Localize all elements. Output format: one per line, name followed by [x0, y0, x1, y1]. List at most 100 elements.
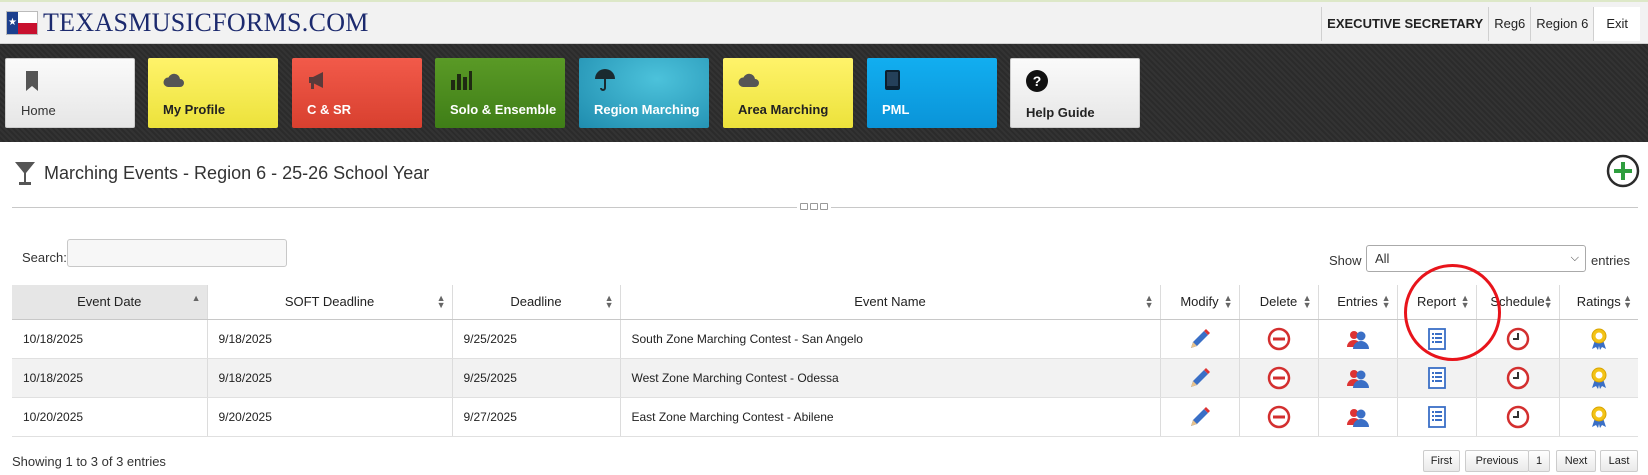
report-button[interactable] — [1396, 358, 1476, 398]
table-row: 10/18/2025 9/18/2025 9/25/2025 West Zone Ma… — [12, 358, 1638, 398]
ratings-button[interactable] — [1558, 319, 1638, 359]
show-entries-value: All — [1375, 251, 1390, 266]
panel-header: Marching Events - Region 6 - 25-26 Schoo… — [14, 158, 429, 188]
sort-icon: ▲ ▼ — [1623, 293, 1632, 310]
nav-tile-area-marching[interactable]: Area Marching — [723, 58, 853, 128]
column-header-schedule[interactable]: Schedule ▲ ▼ — [1475, 285, 1559, 320]
pagination-last[interactable]: Last — [1600, 450, 1638, 472]
table-row: 10/20/2025 9/20/2025 9/27/2025 East Zone Ma… — [12, 397, 1638, 437]
entries-button[interactable] — [1317, 319, 1397, 359]
column-header-ratings[interactable]: Ratings ▲ ▼ — [1558, 285, 1638, 320]
cell-event-date: 10/18/2025 — [12, 319, 207, 359]
nav-tile-help-guide[interactable]: ? Help Guide — [1010, 58, 1140, 128]
report-button[interactable] — [1396, 397, 1476, 437]
svg-text:?: ? — [1033, 73, 1042, 89]
show-label: Show — [1329, 253, 1362, 268]
column-header-entries[interactable]: Entries ▲ ▼ — [1317, 285, 1397, 320]
report-button[interactable] — [1396, 319, 1476, 359]
collapse-handle[interactable] — [797, 203, 831, 212]
sort-icon: ▲ ▼ — [604, 293, 614, 310]
nav-tile-region-marching[interactable]: Region Marching — [579, 58, 709, 128]
user-menu: EXECUTIVE SECRETARY Reg6 Region 6 Exit — [1321, 7, 1640, 41]
clock-icon — [1506, 366, 1530, 389]
ribbon-icon — [1587, 406, 1611, 428]
ribbon-icon — [1587, 367, 1611, 389]
ratings-button[interactable] — [1558, 358, 1638, 398]
report-icon — [1425, 405, 1449, 428]
nav-tile-home[interactable]: Home — [5, 58, 135, 128]
search-input[interactable] — [67, 239, 287, 267]
pencil-icon — [1188, 328, 1212, 348]
cell-event-name: East Zone Marching Contest - Abilene — [619, 397, 1160, 437]
sort-icon: ▲ ▼ — [436, 293, 446, 310]
search-label: Search: — [22, 250, 67, 265]
site-name: TEXASMUSICFORMS.COM — [43, 8, 369, 37]
report-icon — [1425, 366, 1449, 389]
table-info: Showing 1 to 3 of 3 entries — [12, 454, 166, 469]
delete-button[interactable] — [1238, 358, 1318, 398]
cell-event-date: 10/18/2025 — [12, 358, 207, 398]
user-role: EXECUTIVE SECRETARY — [1321, 7, 1488, 41]
delete-icon — [1267, 327, 1291, 350]
delete-button[interactable] — [1238, 397, 1318, 437]
schedule-button[interactable] — [1475, 397, 1559, 437]
nav-tile-label: My Profile — [163, 102, 226, 117]
ratings-button[interactable] — [1558, 397, 1638, 437]
nav-tile-solo-ensemble[interactable]: Solo & Ensemble — [435, 58, 565, 128]
delete-icon — [1267, 405, 1291, 428]
exit-button[interactable]: Exit — [1593, 7, 1640, 41]
modify-button[interactable] — [1159, 358, 1239, 398]
cloud-icon — [738, 73, 759, 87]
clock-icon — [1506, 405, 1530, 428]
delete-icon — [1267, 366, 1291, 389]
column-header-soft-deadline[interactable]: SOFT Deadline ▲ ▼ — [206, 285, 452, 320]
nav-tile-c-sr[interactable]: C & SR — [292, 58, 422, 128]
entries-button[interactable] — [1317, 397, 1397, 437]
texas-flag-icon: ★ — [6, 11, 38, 35]
entries-button[interactable] — [1317, 358, 1397, 398]
ribbon-icon — [1587, 328, 1611, 350]
nav-tile-my-profile[interactable]: My Profile — [148, 58, 278, 128]
megaphone-icon — [309, 72, 323, 89]
top-bar: ★ TEXASMUSICFORMS.COM EXECUTIVE SECRETAR… — [0, 0, 1648, 44]
sort-asc-icon: ▲ — [191, 293, 201, 303]
region-code[interactable]: Reg6 — [1488, 7, 1530, 41]
delete-button[interactable] — [1238, 319, 1318, 359]
flag-star: ★ — [7, 12, 18, 34]
region-name[interactable]: Region 6 — [1530, 7, 1593, 41]
column-header-event-name[interactable]: Event Name ▲ ▼ — [619, 285, 1160, 320]
schedule-button[interactable] — [1475, 319, 1559, 359]
pagination-next[interactable]: Next — [1556, 450, 1596, 472]
column-header-modify[interactable]: Modify ▲ ▼ — [1159, 285, 1239, 320]
nav-tile-label: C & SR — [307, 102, 352, 117]
bar-chart-icon — [451, 71, 472, 90]
schedule-button[interactable] — [1475, 358, 1559, 398]
add-event-button[interactable] — [1606, 154, 1640, 188]
cell-deadline: 9/27/2025 — [451, 397, 620, 437]
entries-label: entries — [1591, 253, 1631, 268]
pagination-previous[interactable]: Previous — [1465, 450, 1529, 472]
nav-tile-label: Region Marching — [594, 102, 700, 117]
cell-deadline: 9/25/2025 — [451, 358, 620, 398]
show-entries-select[interactable]: All ⌵ — [1366, 245, 1586, 272]
modify-button[interactable] — [1159, 397, 1239, 437]
modify-button[interactable] — [1159, 319, 1239, 359]
sort-icon: ▲ ▼ — [1302, 293, 1312, 310]
column-header-event-date[interactable]: Event Date ▲ — [12, 285, 207, 320]
people-icon — [1346, 369, 1370, 388]
pagination-first[interactable]: First — [1423, 450, 1460, 472]
question-icon: ? — [1026, 70, 1048, 92]
nav-tile-label: Home — [21, 103, 56, 118]
column-header-delete[interactable]: Delete ▲ ▼ — [1238, 285, 1318, 320]
sort-icon: ▲ ▼ — [1144, 293, 1154, 310]
site-logo[interactable]: ★ TEXASMUSICFORMS.COM — [6, 8, 369, 38]
cell-soft-deadline: 9/18/2025 — [206, 358, 452, 398]
nav-tile-pml[interactable]: PML — [867, 58, 997, 128]
column-header-report[interactable]: Report ▲ ▼ — [1396, 285, 1476, 320]
column-header-deadline[interactable]: Deadline ▲ ▼ — [451, 285, 620, 320]
pagination-page-1[interactable]: 1 — [1528, 450, 1550, 472]
sort-icon: ▲ ▼ — [1543, 293, 1553, 310]
cell-event-date: 10/20/2025 — [12, 397, 207, 437]
chevron-down-icon: ⌵ — [1570, 252, 1579, 264]
sort-icon: ▲ ▼ — [1223, 293, 1233, 310]
